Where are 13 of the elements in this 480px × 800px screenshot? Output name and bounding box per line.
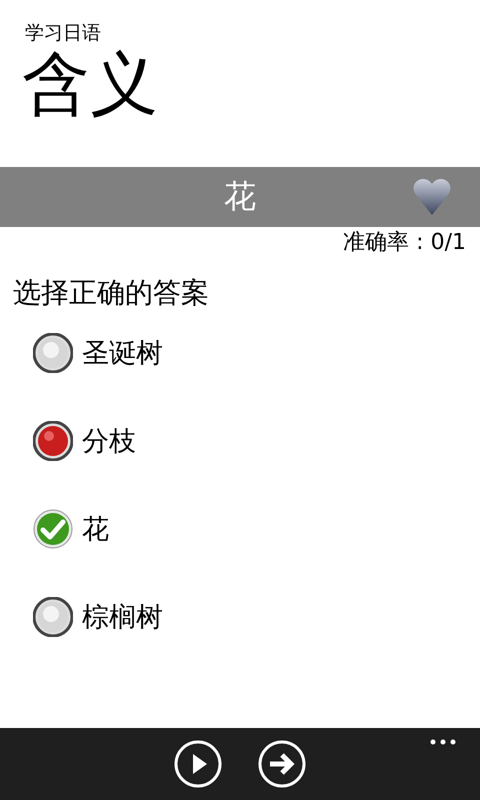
accuracy-text: 准确率 : 0/1 [343,229,466,257]
answer-option[interactable]: 分枝 [33,419,136,463]
next-button[interactable] [258,740,306,788]
word-text: 花 [224,176,256,217]
answer-option[interactable]: 花 [33,507,109,551]
more-icon[interactable] [430,739,456,745]
prompt-text: 选择正确的答案 [13,275,209,311]
heart-icon[interactable] [412,177,452,217]
page-title: 含义 [22,45,158,125]
app-title: 学习日语 [25,21,101,45]
answer-option[interactable]: 圣诞树 [33,331,163,375]
play-button[interactable] [174,740,222,788]
answer-option[interactable]: 棕榈树 [33,595,163,639]
